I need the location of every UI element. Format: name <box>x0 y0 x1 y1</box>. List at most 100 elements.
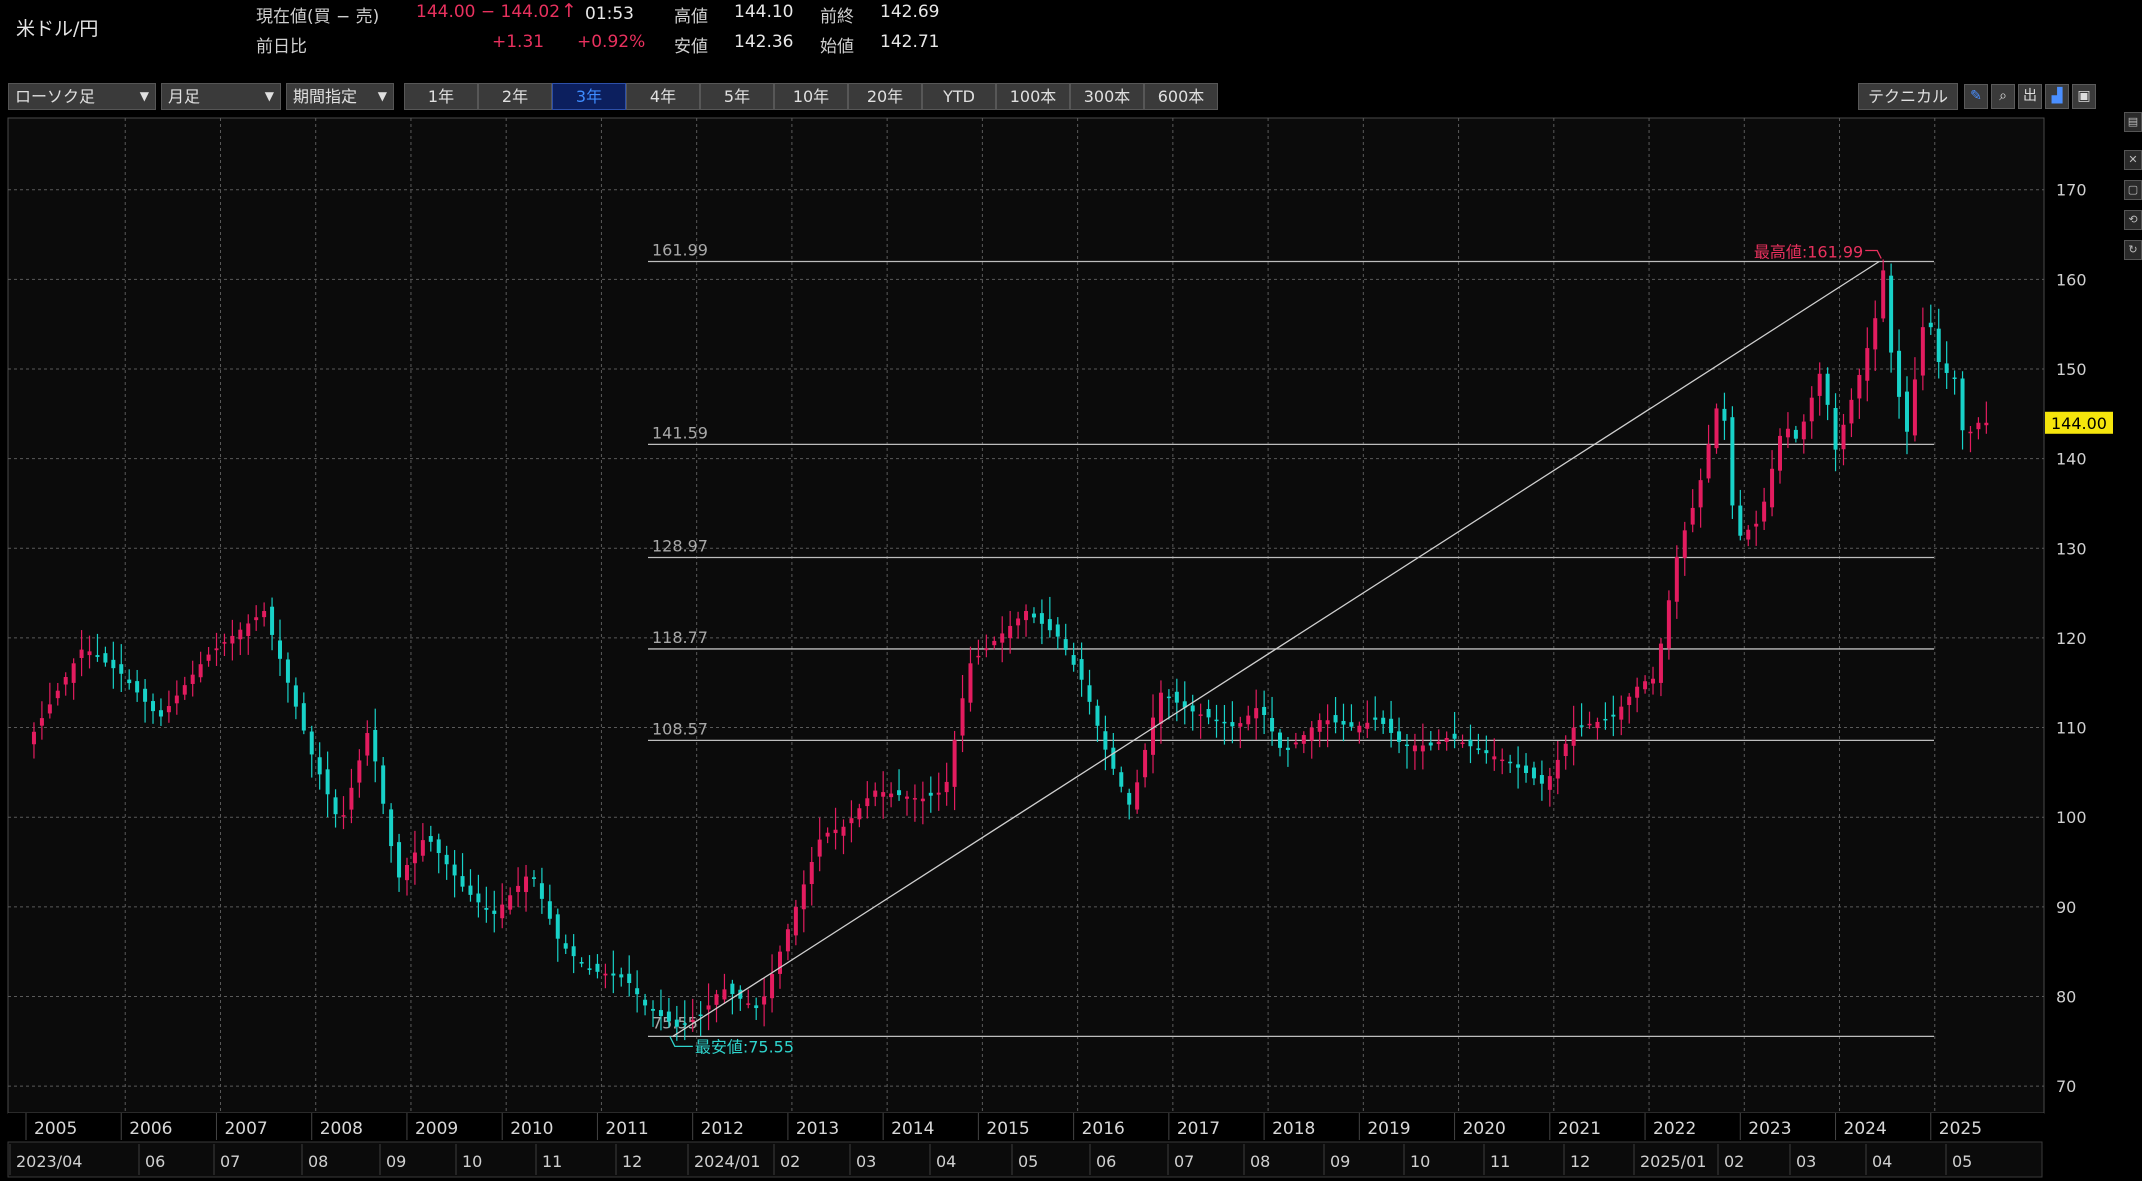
candle-body <box>1270 717 1275 732</box>
candle-body <box>1254 708 1259 719</box>
candle-body <box>1000 633 1005 643</box>
navigator-label: 08 <box>1250 1152 1270 1171</box>
x-tick-label: 2023 <box>1748 1119 1791 1139</box>
x-tick-label: 2014 <box>891 1119 934 1139</box>
candle-body <box>1285 747 1290 750</box>
candle-body <box>1095 705 1100 726</box>
candle-body <box>944 781 949 793</box>
candle-body <box>785 929 790 952</box>
candle-body <box>809 862 814 885</box>
candle-body <box>1087 685 1092 702</box>
navigator-label: 03 <box>856 1152 876 1171</box>
candle-body <box>579 962 584 964</box>
candle-body <box>1976 422 1981 430</box>
candle-body <box>666 1011 671 1022</box>
candle-body <box>270 606 275 635</box>
navigator-label: 06 <box>145 1152 165 1171</box>
candle-body <box>1793 429 1798 439</box>
navigator-label: 09 <box>1330 1152 1350 1171</box>
candle-body <box>1103 731 1108 750</box>
navigator-label: 08 <box>308 1152 328 1171</box>
candle-body <box>1135 782 1140 810</box>
candle-body <box>1278 732 1282 748</box>
candle-body <box>285 659 290 683</box>
candle-body <box>857 808 862 820</box>
candle-body <box>1230 722 1235 727</box>
candle-body <box>47 704 52 714</box>
candle-body <box>1373 717 1378 720</box>
navigator-label: 12 <box>622 1152 642 1171</box>
candle-body <box>158 710 163 717</box>
candle-body <box>222 642 227 644</box>
candle-body <box>389 809 394 847</box>
x-tick-label: 2020 <box>1463 1119 1506 1139</box>
navigator-label: 02 <box>1724 1152 1744 1171</box>
candle-body <box>1555 759 1560 779</box>
y-tick-label: 120 <box>2056 629 2087 648</box>
candle-body <box>278 640 282 659</box>
candle-body <box>39 718 44 726</box>
navigator-label: 2025/01 <box>1640 1152 1706 1171</box>
candle-body <box>357 760 362 783</box>
candle-body <box>1397 731 1402 742</box>
candle-body <box>1984 422 1989 426</box>
candle-body <box>174 695 179 704</box>
candle-body <box>135 681 140 693</box>
candle-body <box>1436 741 1441 745</box>
candle-body <box>1516 764 1521 768</box>
candle-body <box>1904 391 1909 432</box>
x-tick-label: 2017 <box>1177 1119 1220 1139</box>
candle-body <box>722 989 727 1000</box>
candle-body <box>1158 692 1163 724</box>
candle-body <box>1857 374 1862 399</box>
x-tick-label: 2012 <box>701 1119 744 1139</box>
y-tick-label: 150 <box>2056 360 2087 379</box>
candle-body <box>1754 523 1759 527</box>
candle-body <box>31 731 36 745</box>
candle-body <box>1651 678 1656 684</box>
fibonacci-level-label: 118.77 <box>652 628 708 647</box>
candle-body <box>1690 507 1695 525</box>
candle-body <box>841 826 846 836</box>
candle-body <box>587 968 592 970</box>
candle-body <box>1460 742 1465 744</box>
candle-body <box>1341 720 1346 725</box>
candle-body <box>1365 722 1370 729</box>
candle-body <box>1833 407 1838 450</box>
candle-body <box>293 685 298 707</box>
candle-body <box>714 994 719 1005</box>
candle-body <box>1111 747 1116 769</box>
max-value-label: 最高値:161.99 <box>1754 243 1863 262</box>
candle-body <box>801 884 806 910</box>
y-tick-label: 130 <box>2056 539 2087 558</box>
price-chart: 70 80 90 100 110 120 130 140 150 160 170 2005 2006 20… <box>7 117 2113 1178</box>
candle-body <box>1428 742 1433 746</box>
candle-body <box>1825 373 1830 405</box>
candle-body <box>1785 428 1790 438</box>
candle-body <box>1214 719 1219 722</box>
candle-body <box>468 885 473 895</box>
candle-body <box>1325 720 1330 725</box>
candle-body <box>262 611 267 618</box>
candle-body <box>1865 348 1870 381</box>
candle-body <box>1127 792 1132 805</box>
candle-body <box>460 876 465 887</box>
y-tick-label: 110 <box>2056 719 2087 738</box>
candle-body <box>825 832 830 837</box>
candle-body <box>524 876 529 893</box>
candle-body <box>1079 659 1084 680</box>
navigator-label: 10 <box>462 1152 482 1171</box>
candle-body <box>333 797 338 815</box>
candle-body <box>1658 643 1663 683</box>
candle-body <box>619 974 624 978</box>
candle-body <box>1928 322 1933 328</box>
candle-body <box>1912 379 1917 436</box>
candle-body <box>1055 624 1060 637</box>
candle-body <box>1643 681 1648 690</box>
x-tick-label: 2021 <box>1558 1119 1601 1139</box>
candle-body <box>508 895 513 910</box>
candle-body <box>119 664 124 674</box>
navigator-label: 11 <box>542 1152 562 1171</box>
candle-body <box>1016 618 1021 626</box>
x-tick-label: 2022 <box>1653 1119 1696 1139</box>
